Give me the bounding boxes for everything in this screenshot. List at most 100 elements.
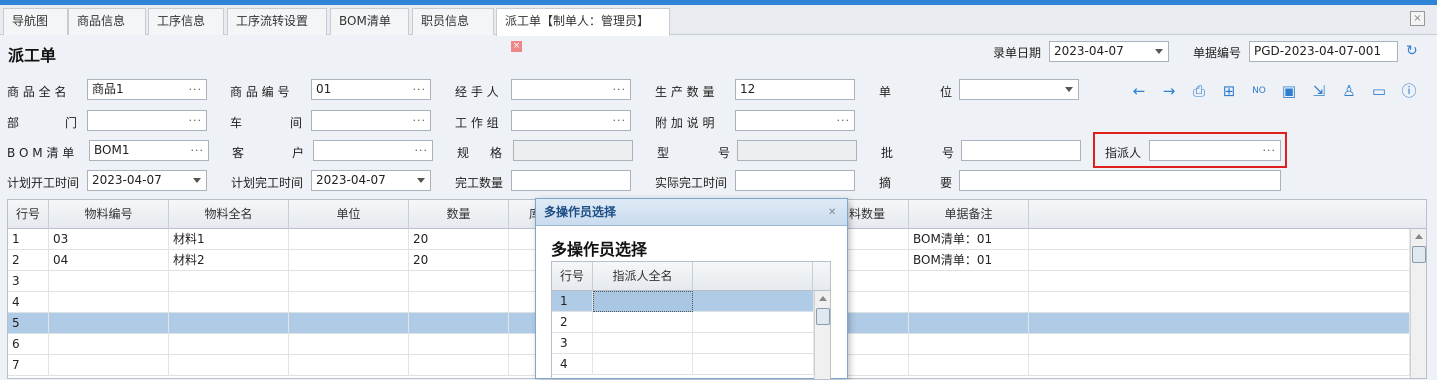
workshop-field[interactable]: ··· [311, 110, 431, 131]
done-qty-field[interactable] [511, 170, 631, 191]
col-header[interactable]: 数量 [409, 200, 509, 229]
scroll-thumb[interactable] [1412, 246, 1426, 263]
table-cell[interactable] [169, 292, 289, 313]
more-icon[interactable]: ··· [413, 111, 427, 130]
doc-no-field[interactable]: PGD-2023-04-07-001 [1249, 41, 1398, 62]
table-cell[interactable]: BOM清单：01 [909, 229, 1029, 250]
table-cell[interactable] [909, 271, 1029, 292]
col-header[interactable]: 指派人全名 [593, 262, 693, 291]
table-cell[interactable] [169, 271, 289, 292]
tab-bom[interactable]: BOM清单 [330, 8, 409, 35]
col-header[interactable]: 行号 [552, 262, 593, 291]
table-cell[interactable] [49, 292, 169, 313]
col-header[interactable]: 物料编号 [49, 200, 169, 229]
col-header[interactable]: 料数量 [849, 200, 909, 229]
table-cell[interactable]: 6 [8, 334, 49, 355]
bom-field[interactable]: BOM1 ··· [89, 140, 209, 161]
qty-field[interactable]: 12 [735, 79, 855, 100]
table-cell[interactable] [1029, 250, 1410, 271]
help-icon[interactable]: ⓘ [1400, 82, 1418, 100]
table-cell[interactable] [169, 334, 289, 355]
table-cell[interactable] [409, 271, 509, 292]
batch-field[interactable] [961, 140, 1081, 161]
tab-process-flow[interactable]: 工序流转设置 [227, 8, 327, 35]
col-header[interactable]: 物料全名 [169, 200, 289, 229]
user-icon[interactable]: ♙ [1340, 82, 1358, 100]
window-close-icon[interactable]: × [1410, 11, 1425, 26]
table-cell[interactable]: 材料2 [169, 250, 289, 271]
more-icon[interactable]: ··· [613, 80, 627, 99]
tab-dispatch-order[interactable]: 派工单【制单人：管理员】 × [496, 8, 670, 52]
table-cell[interactable] [49, 271, 169, 292]
product-name-field[interactable]: 商品1 ··· [87, 79, 207, 100]
dept-field[interactable]: ··· [87, 110, 207, 131]
table-cell[interactable]: 03 [49, 229, 169, 250]
number-icon[interactable]: NO [1250, 82, 1268, 100]
table-cell[interactable] [693, 333, 814, 354]
table-cell[interactable] [693, 312, 814, 333]
table-cell[interactable] [409, 355, 509, 376]
table-cell[interactable] [289, 250, 409, 271]
tab-navigation[interactable]: 导航图 [3, 8, 68, 35]
table-cell[interactable] [289, 229, 409, 250]
tab-product-info[interactable]: 商品信息 [68, 8, 146, 35]
plan-end-select[interactable]: 2023-04-07 [311, 170, 431, 191]
scroll-thumb[interactable] [816, 308, 830, 325]
table-cell[interactable]: 20 [409, 229, 509, 250]
col-header[interactable]: 单位 [289, 200, 409, 229]
refresh-icon[interactable]: ↻ [1406, 43, 1418, 59]
scroll-up-icon[interactable] [819, 296, 827, 301]
table-cell[interactable] [909, 355, 1029, 376]
table-cell[interactable] [169, 355, 289, 376]
customer-field[interactable]: ··· [313, 140, 433, 161]
arrow-right-icon[interactable]: → [1160, 82, 1178, 100]
table-cell[interactable] [289, 355, 409, 376]
table-cell[interactable]: 3 [8, 271, 49, 292]
table-cell[interactable] [909, 334, 1029, 355]
table-cell[interactable]: 04 [49, 250, 169, 271]
actual-end-field[interactable] [735, 170, 855, 191]
list-item[interactable]: 4 [552, 354, 814, 375]
tab-process-info[interactable]: 工序信息 [148, 8, 224, 35]
product-code-field[interactable]: 01 ··· [311, 79, 431, 100]
table-cell[interactable]: 1 [8, 229, 49, 250]
grid-scrollbar[interactable] [1410, 229, 1426, 378]
table-cell[interactable] [909, 292, 1029, 313]
table-cell[interactable] [169, 313, 289, 334]
more-icon[interactable]: ··· [189, 80, 203, 99]
assigner-name-cell[interactable] [593, 291, 693, 312]
table-cell[interactable] [1029, 355, 1410, 376]
list-item[interactable]: 2 [552, 312, 814, 333]
table-cell[interactable] [1029, 229, 1410, 250]
table-cell[interactable] [409, 334, 509, 355]
date-select[interactable]: 2023-04-07 [1049, 41, 1169, 62]
table-cell[interactable] [693, 291, 814, 312]
table-cell[interactable] [289, 313, 409, 334]
table-cell[interactable] [289, 292, 409, 313]
dialog-scrollbar[interactable] [814, 291, 830, 379]
handler-field[interactable]: ··· [511, 79, 631, 100]
export-icon[interactable]: ⇲ [1310, 82, 1328, 100]
more-icon[interactable]: ··· [191, 141, 205, 160]
folder-icon[interactable]: ▭ [1370, 82, 1388, 100]
table-cell[interactable]: 2 [8, 250, 49, 271]
table-cell[interactable]: 5 [8, 313, 49, 334]
close-icon[interactable]: × [511, 41, 522, 52]
table-cell[interactable] [49, 355, 169, 376]
close-icon[interactable]: ✕ [828, 207, 836, 218]
col-header[interactable] [693, 262, 813, 291]
save-icon[interactable]: ▣ [1280, 82, 1298, 100]
table-cell[interactable]: 4 [8, 292, 49, 313]
more-icon[interactable]: ··· [189, 111, 203, 130]
table-cell[interactable] [1029, 313, 1410, 334]
more-icon[interactable]: ··· [1263, 141, 1277, 160]
arrow-left-icon[interactable]: ← [1130, 82, 1148, 100]
table-cell[interactable]: BOM清单：01 [909, 250, 1029, 271]
barcode-icon[interactable]: ⊞ [1220, 82, 1238, 100]
table-cell[interactable] [289, 271, 409, 292]
tab-staff-info[interactable]: 职员信息 [412, 8, 494, 35]
summary-field[interactable] [959, 170, 1281, 191]
note-field[interactable]: ··· [735, 110, 855, 131]
table-cell[interactable] [49, 313, 169, 334]
more-icon[interactable]: ··· [613, 111, 627, 130]
